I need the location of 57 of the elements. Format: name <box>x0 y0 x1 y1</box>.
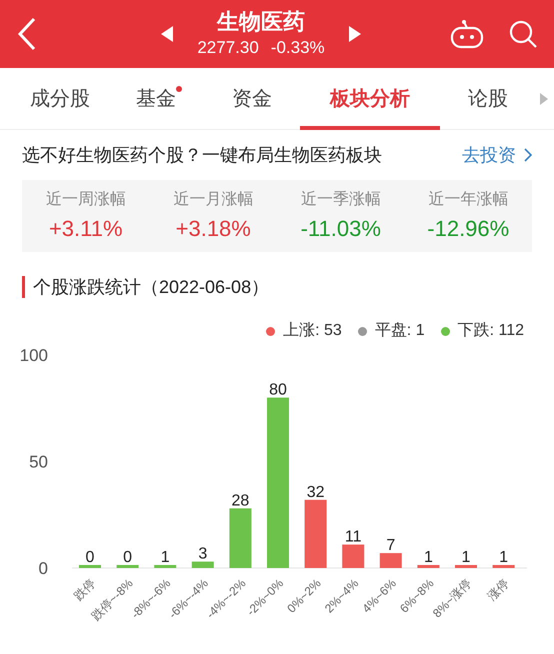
tab[interactable]: 论股 <box>440 68 536 130</box>
search-icon[interactable] <box>508 19 538 49</box>
stat-value: -11.03% <box>300 214 381 242</box>
robot-icon[interactable] <box>450 19 484 49</box>
bar <box>304 500 327 568</box>
tab[interactable]: 资金 <box>204 68 300 130</box>
bar <box>229 508 252 568</box>
next-icon[interactable] <box>348 26 361 42</box>
data-label: 1 <box>160 549 170 566</box>
data-label: 28 <box>232 492 250 510</box>
data-label: 0 <box>86 549 94 566</box>
axis-label: 50 <box>29 452 48 472</box>
header-title: 生物医药 <box>216 8 305 36</box>
data-label: 7 <box>386 537 396 554</box>
stat-value: -12.96% <box>427 214 510 242</box>
index-change: -0.33% <box>270 37 325 59</box>
stat-label: 近一季涨幅 <box>300 190 381 210</box>
tab[interactable]: 成分股 <box>12 68 108 130</box>
data-label: 11 <box>344 528 362 546</box>
bar <box>380 553 402 568</box>
stat-label: 近一年涨幅 <box>428 190 508 210</box>
tab[interactable]: 基金 <box>108 68 204 130</box>
data-label: 1 <box>462 549 470 566</box>
bar <box>192 562 214 568</box>
section-title: 个股涨跌统计（2022-06-08） <box>33 276 270 298</box>
data-label: 0 <box>123 549 132 566</box>
invest-link[interactable]: 去投资 <box>462 142 532 168</box>
bar <box>455 565 477 568</box>
bar <box>417 565 440 568</box>
bar <box>79 565 101 568</box>
stat-value: +3.11% <box>48 214 123 242</box>
stat-value: +3.18% <box>176 214 251 242</box>
bar <box>492 565 515 568</box>
data-label: 1 <box>424 549 433 566</box>
data-label: 3 <box>198 546 208 563</box>
bar <box>154 565 176 568</box>
previous-icon[interactable] <box>161 26 174 42</box>
legend-label: 上涨: 53 <box>283 320 342 341</box>
data-label: 80 <box>269 382 287 399</box>
promo-text: 选不好生物医药个股？一键布局生物医药板块 <box>22 144 382 166</box>
legend-label: 平盘: 1 <box>374 321 425 341</box>
category-label: 跌停 <box>71 576 98 604</box>
section-marker <box>22 276 25 298</box>
tab[interactable]: 板块分析 <box>300 68 440 130</box>
axis-label: 0 <box>38 559 48 578</box>
stat-label: 近一周涨幅 <box>46 190 126 210</box>
chevron-right-icon <box>524 148 532 162</box>
stat-label: 近一月涨幅 <box>173 190 254 210</box>
axis-label: 100 <box>20 346 48 365</box>
index-price: 2277.30 <box>197 37 259 59</box>
data-label: 1 <box>499 549 508 566</box>
data-label: 32 <box>306 484 324 501</box>
legend-label: 下跌: 112 <box>458 321 524 341</box>
bar <box>116 565 139 568</box>
back-icon[interactable] <box>16 17 38 51</box>
category-label: 涨停 <box>484 576 512 604</box>
bar <box>342 544 364 568</box>
